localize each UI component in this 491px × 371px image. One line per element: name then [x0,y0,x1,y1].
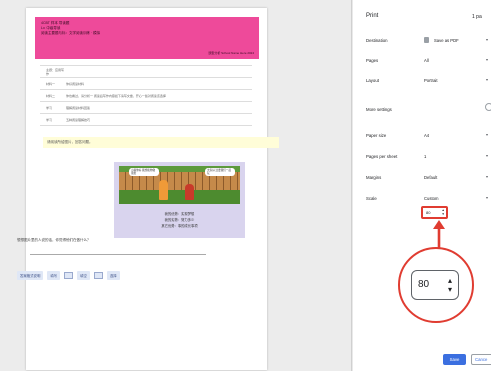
worksheet-table: 主题：应用写作 材料一 你好阅读材料 材料二 你也看过，请分析一 阅读后写作内容如下… [40,65,252,126]
grass-graphic [119,190,240,204]
chevron-down-icon[interactable]: ▾ [486,153,488,158]
child-figure [159,180,168,200]
question-text: 想想图片里的人说的话，你觉得他们在做什么？ [17,238,91,242]
more-settings-row[interactable]: More settings [366,103,491,115]
speech-bubble: 小猫你好 我想和你做朋友 [129,168,159,177]
table-value: 理解阅读材料回答 [66,105,91,110]
table-key: 学习 [46,117,53,122]
margins-row[interactable]: Margins Default [366,171,491,183]
chevron-down-icon[interactable]: ▾ [486,37,488,42]
pages-per-sheet-row[interactable]: Pages per sheet 1 [366,150,491,162]
layout-label: Layout [366,77,379,83]
table-key: 主题：应用写作 [46,67,65,76]
table-value: 你也看过，请分析一 阅读后写作内容如下请写文章，开心一些对阅读该选择 [66,93,166,98]
pages-per-sheet-label: Pages per sheet [366,153,398,159]
caption-line: 其它优势：事的成长事项 [161,224,198,228]
table-key: 学习 [46,105,53,110]
paper-size-row[interactable]: Paper size A4 [366,129,491,141]
option-pill: 填写 [47,271,61,280]
table-value: 五种阅读理解技巧 [66,117,91,122]
layout-select[interactable]: Portrait [424,78,438,83]
print-preview-area: 4CBT 样本 导读题 Lv. 中级导读 阅读主要题与标：文学阅读训练 · 模拟… [0,0,352,371]
zoomed-scale-value: 80 [418,279,430,290]
illustration-scene: 小猫你好 我想和你做朋友 大家好 还要我们一起玩 [119,166,240,204]
pages-label: Pages [366,57,379,63]
scale-label: Scale [366,195,377,201]
pdf-file-icon [424,37,429,43]
paper-size-label: Paper size [366,132,387,138]
margins-select[interactable]: Default [424,175,437,180]
table-key: 材料一 [46,81,56,86]
pages-per-sheet-select[interactable]: 1 [424,154,426,159]
zoomed-scale-input: 80 ▴ ▾ [411,270,459,300]
option-box [64,272,74,279]
table-key: 材料二 [46,93,56,98]
table-value: 你好阅读材料 [66,81,85,86]
banner-line: 阅读主要题与标：文学阅读训练 · 模拟 [41,31,101,35]
answer-options-row: 答案格式说明 填写 填空 选择 [17,271,120,280]
chevron-down-icon[interactable]: ▾ [486,174,488,179]
sheet-count: 1 pa [472,14,482,20]
chevron-down-icon[interactable]: ▾ [486,57,488,62]
table-row: 学习 五种阅读理解技巧 [40,114,252,126]
expand-more-settings-icon[interactable] [485,103,491,111]
table-row: 材料二 你也看过，请分析一 阅读后写作内容如下请写文章，开心一些对阅读该选择 [40,90,252,102]
speech-bubble: 大家好 还要我们一起玩 [205,168,235,177]
banner-footer: 题型分析 School Name Here 2024 [208,51,254,55]
paper-size-select[interactable]: A4 [424,133,429,138]
pages-row[interactable]: Pages All [366,54,491,66]
scale-input[interactable]: 80 [426,210,443,215]
child-figure [185,184,194,200]
print-title: Print [366,13,379,19]
worksheet-banner: 4CBT 样本 导读题 Lv. 中级导读 阅读主要题与标：文学阅读训练 · 模拟… [35,17,259,59]
chevron-down-icon[interactable]: ▾ [486,77,488,82]
save-button[interactable]: Save [443,354,466,365]
margins-label: Margins [366,174,382,180]
scale-input-highlight[interactable]: 80 ▴ ▾ [421,206,448,219]
answer-line [30,254,206,255]
scale-row[interactable]: Scale Custom [366,192,491,204]
more-settings-label: More settings [366,106,392,112]
preview-page: 4CBT 样本 导读题 Lv. 中级导读 阅读主要题与标：文学阅读训练 · 模拟… [26,8,279,370]
option-pill: 填空 [77,271,90,280]
destination-label: Destination [366,37,388,43]
scale-select[interactable]: Custom [424,196,438,201]
stepper-arrows-icon: ▴ ▾ [447,276,452,294]
option-pill: 选择 [106,271,120,280]
table-row: 学习 理解阅读材料回答 [40,102,252,114]
option-pill: 答案格式说明 [17,271,44,280]
pages-select[interactable]: All [424,58,429,63]
table-row: 主题：应用写作 [40,66,252,78]
chevron-down-icon[interactable]: ▾ [486,132,488,137]
stepper-icon[interactable]: ▴ ▾ [442,208,444,216]
layout-row[interactable]: Layout Portrait [366,74,491,86]
worksheet-illustration: 小猫你好 我想和你做朋友 大家好 还要我们一起玩 我的优势：实现梦想 我的劣势：… [114,162,245,238]
cancel-button[interactable]: Cance [471,354,491,365]
illustration-caption: 我的优势：实现梦想 我的劣势：努力多少 其它优势：事的成长事项 [114,211,245,229]
table-row: 材料一 你好阅读材料 [40,78,252,90]
chevron-down-icon[interactable]: ▾ [486,195,488,200]
option-box [93,272,103,279]
destination-row[interactable]: Destination Save as PDF [366,34,491,46]
instruction-highlight: 请阅读所给图片，回答问题。 [43,137,279,148]
destination-select[interactable]: Save as PDF [434,38,459,43]
